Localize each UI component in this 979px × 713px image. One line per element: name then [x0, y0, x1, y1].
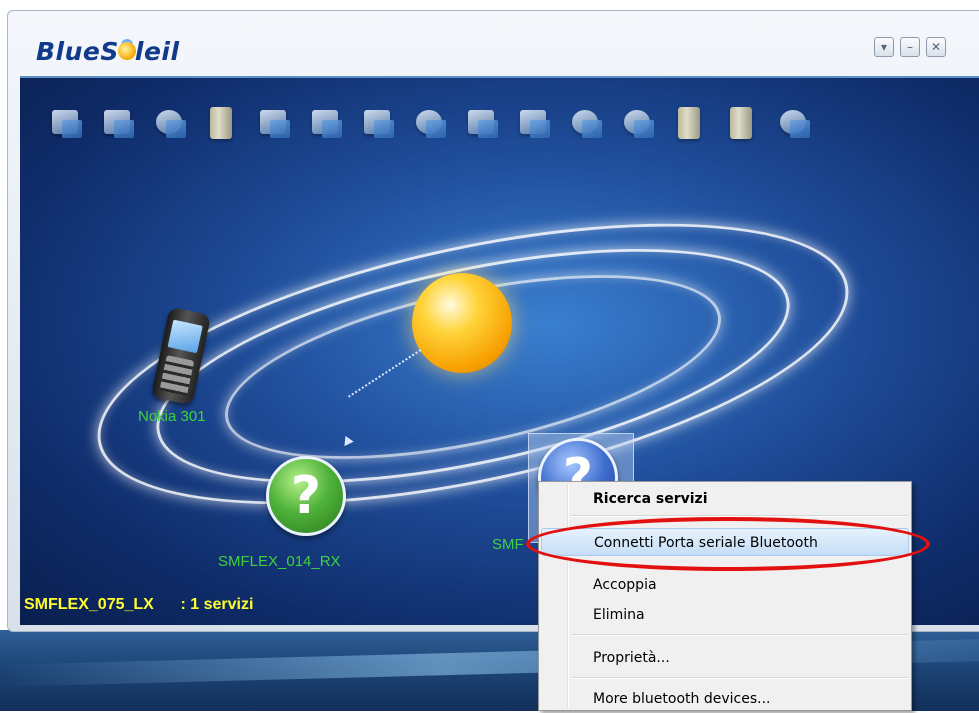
lan-access-icon[interactable]	[100, 104, 138, 142]
status-services-count: : 1 servizi	[180, 596, 254, 613]
menu-item-more-bluetooth-devices[interactable]: More bluetooth devices...	[541, 685, 909, 713]
menu-item-connetti-porta-seriale[interactable]: Connetti Porta seriale Bluetooth	[541, 528, 909, 556]
app-logo: BlueS leil	[36, 37, 180, 77]
chevron-down-icon: ▾	[880, 40, 888, 54]
file-transfer-icon[interactable]	[204, 104, 242, 142]
device-smflex-014-rx-icon[interactable]: ?	[266, 456, 346, 536]
close-icon: ✕	[930, 40, 942, 54]
service-toolbar	[48, 104, 814, 148]
network-access-icon[interactable]	[48, 104, 86, 142]
menu-item-proprieta[interactable]: Proprietà...	[541, 644, 909, 672]
logo-text-right: leil	[134, 37, 180, 66]
context-menu: Ricerca servizi Connetti Porta seriale B…	[538, 481, 912, 711]
fax-icon[interactable]	[360, 104, 398, 142]
minimize-button[interactable]: –	[900, 37, 920, 57]
menu-item-ricerca-servizi[interactable]: Ricerca servizi	[541, 485, 909, 513]
internet-icon[interactable]	[776, 104, 814, 142]
headset-icon[interactable]	[568, 104, 606, 142]
device-label-nokia: Nokia 301	[138, 408, 206, 425]
local-bluetooth-sun[interactable]	[412, 273, 512, 373]
status-bar: SMFLEX_075_LX : 1 servizi	[24, 596, 253, 614]
pim-sync-icon[interactable]	[672, 104, 710, 142]
menu-item-elimina[interactable]: Elimina	[541, 601, 909, 629]
close-button[interactable]: ✕	[926, 37, 946, 57]
dialup-icon[interactable]	[412, 104, 450, 142]
minimize-icon: –	[907, 40, 913, 54]
personal-area-network-icon[interactable]	[256, 104, 294, 142]
menu-separator	[571, 677, 908, 679]
phone-icon[interactable]	[464, 104, 502, 142]
basic-imaging-icon[interactable]	[724, 104, 762, 142]
device-label-smflex-014-rx: SMFLEX_014_RX	[218, 553, 341, 570]
image-transfer-icon[interactable]	[516, 104, 554, 142]
serial-port-icon[interactable]	[152, 104, 190, 142]
hands-free-icon[interactable]	[620, 104, 658, 142]
logo-text-left: BlueS	[36, 37, 119, 66]
device-label-selected: SMF	[492, 536, 524, 553]
object-push-icon[interactable]	[308, 104, 346, 142]
menu-item-accoppia[interactable]: Accoppia	[541, 571, 909, 599]
menu-separator	[571, 634, 908, 636]
logo-sun-icon	[117, 42, 136, 60]
menu-separator	[571, 515, 908, 517]
status-device-name: SMFLEX_075_LX	[24, 596, 154, 613]
menu-dropdown-button[interactable]: ▾	[874, 37, 894, 57]
